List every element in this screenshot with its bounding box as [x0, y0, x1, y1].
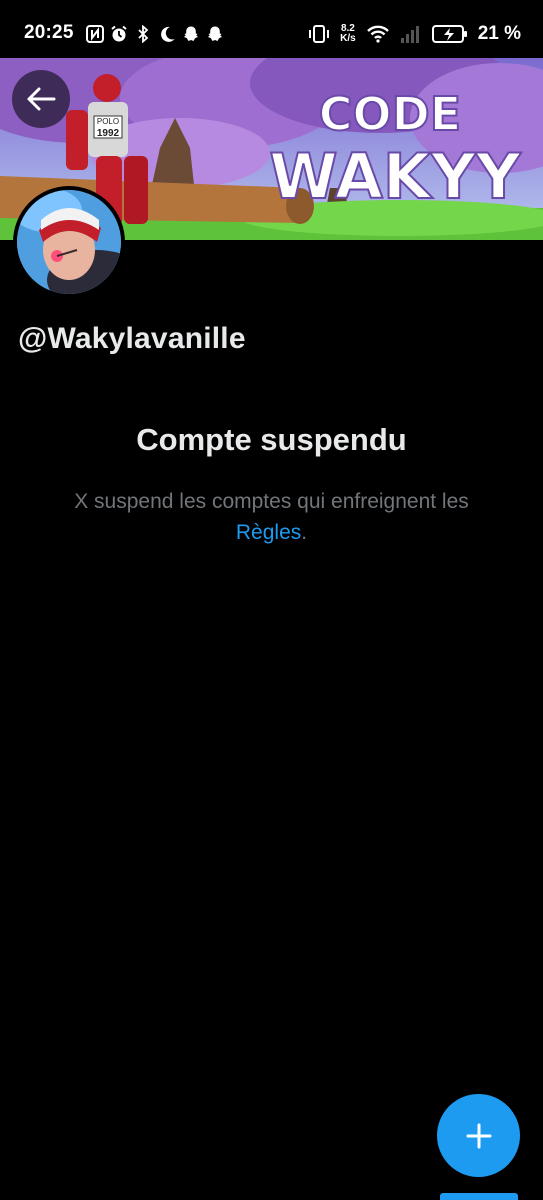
plus-icon: [466, 1123, 491, 1148]
suspended-title: Compte suspendu: [136, 422, 407, 457]
snapchat-icon: [184, 26, 198, 41]
suspended-message-text: X suspend les comptes qui enfreignent le…: [74, 490, 469, 513]
battery-percent: 21 %: [477, 23, 521, 44]
suspended-message-period: .: [301, 521, 308, 544]
status-time: 20:25: [24, 22, 74, 43]
back-button[interactable]: [12, 70, 70, 128]
battery-charging-icon: [431, 25, 467, 43]
bib-number-text: 1992: [97, 128, 120, 139]
avatar[interactable]: [13, 186, 125, 298]
bottom-nav-edge: [440, 1193, 518, 1200]
bluetooth-icon: [138, 25, 149, 43]
snapchat-icon: [208, 26, 222, 41]
suspended-message: X suspend les comptes qui enfreignent le…: [40, 486, 503, 548]
banner-title-line2: WAKYY: [269, 140, 522, 213]
banner-title-line1: CODE: [319, 87, 461, 141]
network-speed: 8.2 K/s: [340, 24, 356, 44]
avatar-image: [17, 190, 121, 294]
rules-link[interactable]: Règles: [236, 521, 301, 544]
wifi-icon: [366, 25, 389, 43]
status-system-icons: 8.2 K/s 21 %: [308, 22, 521, 46]
signal-icon: [400, 26, 419, 43]
vibrate-icon: [309, 25, 330, 43]
arrow-left-icon: [27, 87, 56, 111]
net-speed-unit: K/s: [340, 33, 356, 44]
compose-button[interactable]: [437, 1094, 520, 1177]
status-notification-icons: [86, 24, 224, 44]
bib-top-text: POLO: [97, 117, 119, 126]
nfc-icon: [86, 25, 104, 43]
status-bar: 20:25 8.2 K/s 21 %: [0, 0, 543, 58]
moon-icon: [161, 26, 175, 42]
profile-handle: @Wakylavanille: [18, 322, 246, 355]
alarm-icon: [111, 25, 127, 42]
